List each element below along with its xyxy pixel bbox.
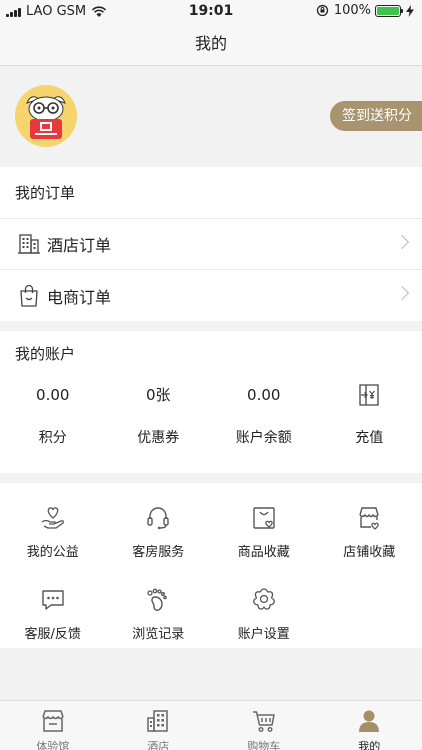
account-card: 我的账户 0.00 积分 0张 优惠券 0.00 账户余额 充值 (0, 331, 422, 473)
room-service-item[interactable]: 客房服务 (106, 503, 212, 585)
charging-icon (406, 4, 414, 17)
feedback-item[interactable]: 客服/反馈 (0, 585, 106, 667)
tab-hotel-label: 酒店 (147, 740, 170, 750)
account-settings-label: 账户设置 (237, 627, 290, 642)
battery-icon (375, 4, 403, 17)
orientation-lock-icon (316, 4, 328, 17)
store-favorites-label: 店铺收藏 (343, 545, 396, 560)
battery-percent: 100% (333, 3, 371, 18)
footprint-icon (147, 588, 167, 611)
balance-label: 账户余额 (235, 430, 292, 446)
coupons-value: 0张 (145, 386, 171, 404)
hotel-icon (18, 234, 40, 254)
profile-header: 签到送积分 (0, 67, 422, 167)
shopping-bag-icon (20, 284, 38, 307)
building-icon (147, 710, 168, 732)
coupons-label: 优惠券 (137, 430, 180, 446)
charity-heart-icon (41, 507, 64, 529)
tab-cart[interactable]: 购物车 (211, 701, 317, 750)
ecommerce-order-row[interactable]: 电商订单 (0, 270, 422, 321)
account-title: 我的账户 (15, 345, 76, 363)
recharge-label: 充值 (355, 430, 384, 446)
browse-history-item[interactable]: 浏览记录 (106, 585, 212, 667)
hotel-order-row[interactable]: 酒店订单 (0, 219, 422, 270)
balance-value: 0.00 (247, 386, 281, 404)
nav-bar: 我的 (0, 22, 422, 66)
recharge-cell[interactable]: 充值 (317, 377, 422, 463)
headset-icon (147, 507, 169, 530)
settings-flower-icon (252, 588, 275, 610)
room-service-label: 客房服务 (132, 545, 185, 560)
services-grid: 我的公益 客房服务 商品收藏 店铺收藏 客服/反馈 浏览记录 账户设置 (0, 483, 422, 667)
points-value: 0.00 (36, 386, 70, 404)
status-bar: LAO GSM 19:01 100% (0, 0, 422, 22)
charity-label: 我的公益 (26, 545, 79, 560)
feedback-label: 客服/反馈 (24, 627, 81, 642)
ecommerce-order-label: 电商订单 (47, 287, 112, 307)
recharge-icon (359, 384, 379, 406)
chevron-right-icon (394, 285, 410, 301)
store-favorites-item[interactable]: 店铺收藏 (317, 503, 422, 585)
tab-cart-label: 购物车 (247, 740, 281, 750)
product-favorites-item[interactable]: 商品收藏 (211, 503, 317, 585)
recharge-icon-wrap (317, 377, 422, 413)
tab-experience[interactable]: 体验馆 (0, 701, 106, 750)
orders-title: 我的订单 (0, 167, 422, 219)
checkin-button[interactable]: 签到送积分 (330, 101, 422, 131)
services-card: 我的公益 客房服务 商品收藏 店铺收藏 客服/反馈 浏览记录 账户设置 (0, 483, 422, 648)
product-favorites-label: 商品收藏 (237, 545, 290, 560)
product-favorite-icon (253, 507, 275, 529)
tab-mine[interactable]: 我的 (317, 701, 422, 750)
account-grid: 0.00 积分 0张 优惠券 0.00 账户余额 充值 (0, 377, 422, 463)
chevron-right-icon (394, 234, 410, 250)
points-label: 积分 (38, 430, 67, 446)
coupons-cell[interactable]: 0张 优惠券 (106, 377, 212, 463)
store-favorite-icon (359, 507, 380, 530)
orders-card: 我的订单 酒店订单 电商订单 (0, 167, 422, 321)
tab-experience-label: 体验馆 (36, 740, 70, 750)
tab-hotel[interactable]: 酒店 (106, 701, 212, 750)
avatar-mascot-icon (15, 85, 77, 147)
avatar[interactable] (15, 85, 77, 147)
balance-cell[interactable]: 0.00 账户余额 (211, 377, 317, 463)
person-icon (359, 710, 380, 732)
tab-bar: 体验馆 酒店 购物车 我的 (0, 700, 422, 750)
status-right: 100% (316, 3, 414, 18)
page-title: 我的 (194, 34, 227, 53)
account-settings-item[interactable]: 账户设置 (211, 585, 317, 667)
feedback-chat-icon (42, 590, 64, 610)
tab-mine-label: 我的 (358, 740, 381, 750)
browse-history-label: 浏览记录 (132, 627, 185, 642)
cart-icon (252, 711, 275, 733)
storefront-icon (42, 710, 64, 732)
points-cell[interactable]: 0.00 积分 (0, 377, 106, 463)
charity-item[interactable]: 我的公益 (0, 503, 106, 585)
hotel-order-label: 酒店订单 (47, 236, 112, 255)
